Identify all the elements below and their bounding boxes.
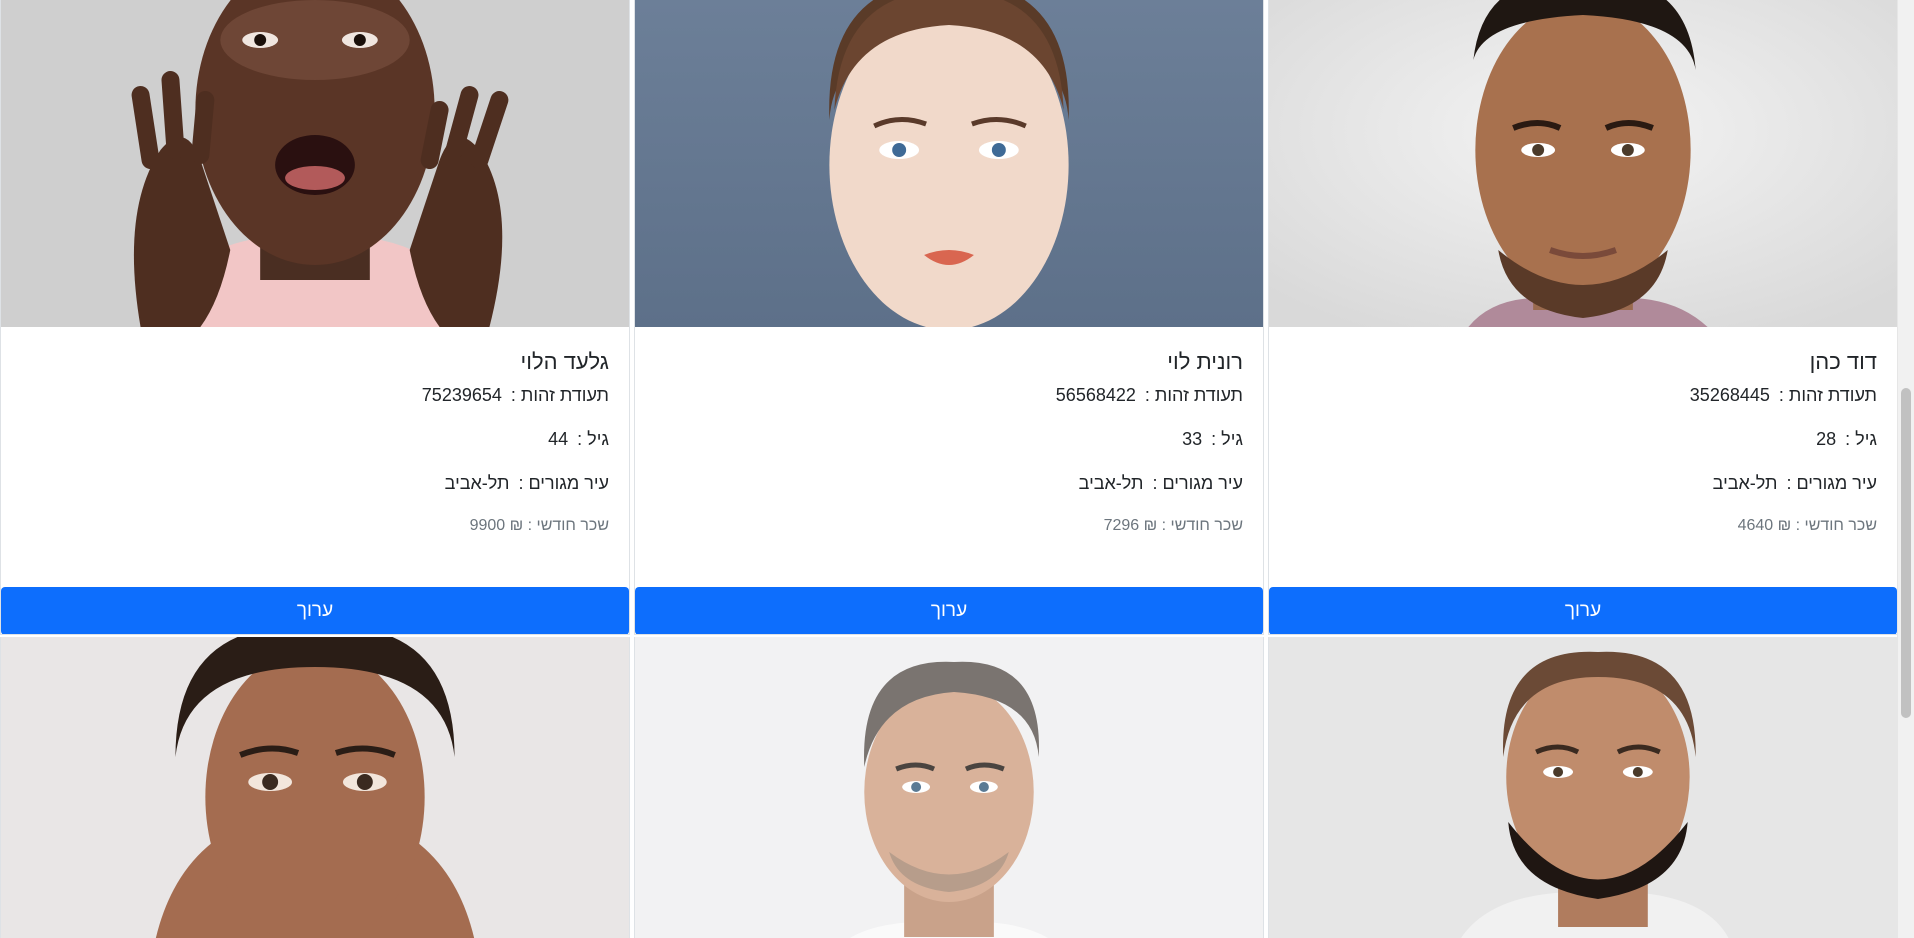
age-label: גיל : [1211, 428, 1243, 449]
employee-cards-page: דוד כהן תעודת זהות : 35268445 גיל : 28 ע… [0, 0, 1914, 938]
employee-card [1268, 637, 1898, 938]
scrollbar-thumb[interactable] [1901, 388, 1911, 718]
employee-card: רונית לוי תעודת זהות : 56568422 גיל : 33… [634, 0, 1264, 635]
employee-age-line: גיל : 33 [655, 429, 1243, 451]
employee-id-line: תעודת זהות : 75239654 [21, 385, 609, 407]
employee-city-line: עיר מגורים : תל-אביב [1289, 473, 1877, 495]
employee-card [634, 637, 1264, 938]
id-label: תעודת זהות : [510, 385, 609, 406]
employee-card: דוד כהן תעודת זהות : 35268445 גיל : 28 ע… [1268, 0, 1898, 635]
employee-photo [1, 0, 629, 327]
id-value: 56568422 [1055, 385, 1136, 406]
city-label: עיר מגורים : [518, 472, 609, 493]
salary-label: שכר חודשי : [1161, 517, 1243, 535]
employee-name: דוד כהן [1809, 349, 1877, 374]
employee-age-line: גיל : 44 [21, 429, 609, 451]
employee-card [0, 637, 630, 938]
salary-value: ₪ 7296 [1103, 517, 1158, 535]
salary-value: ₪ 4640 [1737, 517, 1792, 535]
employee-salary-line: שכר חודשי : ₪ 9900 [21, 516, 609, 535]
employee-salary-line: שכר חודשי : ₪ 7296 [655, 516, 1243, 535]
city-value: תל-אביב [444, 472, 510, 493]
salary-label: שכר חודשי : [527, 517, 609, 535]
employee-card: גלעד הלוי תעודת זהות : 75239654 גיל : 44… [0, 0, 630, 635]
employee-photo [1269, 0, 1897, 327]
employee-city-line: עיר מגורים : תל-אביב [655, 473, 1243, 495]
city-value: תל-אביב [1712, 472, 1778, 493]
employee-photo [635, 637, 1263, 938]
employee-card-grid: דוד כהן תעודת זהות : 35268445 גיל : 28 ע… [0, 0, 1898, 938]
city-value: תל-אביב [1078, 472, 1144, 493]
id-label: תעודת זהות : [1144, 385, 1243, 406]
age-value: 33 [1182, 428, 1203, 449]
age-value: 44 [548, 428, 569, 449]
city-label: עיר מגורים : [1786, 472, 1877, 493]
employee-salary-line: שכר חודשי : ₪ 4640 [1289, 516, 1877, 535]
employee-photo [1269, 637, 1897, 938]
city-label: עיר מגורים : [1152, 472, 1243, 493]
id-label: תעודת זהות : [1778, 385, 1877, 406]
age-value: 28 [1816, 428, 1837, 449]
age-label: גיל : [1845, 428, 1877, 449]
employee-card-body: רונית לוי תעודת זהות : 56568422 גיל : 33… [635, 327, 1263, 535]
age-label: גיל : [577, 428, 609, 449]
employee-name: רונית לוי [1167, 349, 1243, 374]
vertical-scrollbar[interactable] [1897, 0, 1914, 938]
employee-photo [1, 637, 629, 938]
edit-button[interactable]: ערוך [635, 587, 1263, 634]
employee-photo [635, 0, 1263, 327]
employee-age-line: גיל : 28 [1289, 429, 1877, 451]
id-value: 75239654 [421, 385, 502, 406]
employee-id-line: תעודת זהות : 35268445 [1289, 385, 1877, 407]
edit-button[interactable]: ערוך [1, 587, 629, 634]
employee-card-body: גלעד הלוי תעודת זהות : 75239654 גיל : 44… [1, 327, 629, 535]
salary-label: שכר חודשי : [1795, 517, 1877, 535]
salary-value: ₪ 9900 [469, 517, 524, 535]
employee-card-body: דוד כהן תעודת זהות : 35268445 גיל : 28 ע… [1269, 327, 1897, 535]
id-value: 35268445 [1689, 385, 1770, 406]
employee-city-line: עיר מגורים : תל-אביב [21, 473, 609, 495]
edit-button[interactable]: ערוך [1269, 587, 1897, 634]
employee-name: גלעד הלוי [520, 349, 609, 374]
employee-id-line: תעודת זהות : 56568422 [655, 385, 1243, 407]
